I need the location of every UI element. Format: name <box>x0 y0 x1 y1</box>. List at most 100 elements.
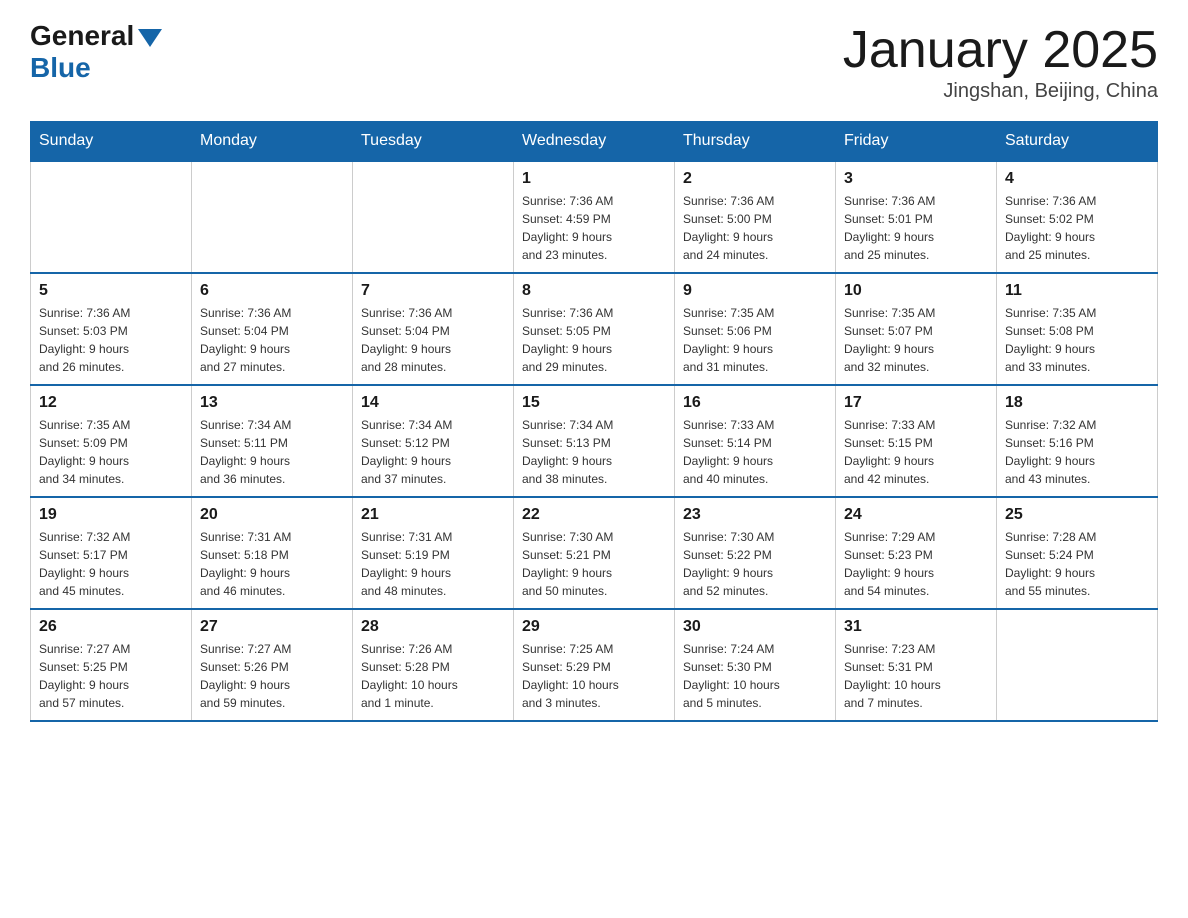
calendar-cell: 27 Sunrise: 7:27 AMSunset: 5:26 PMDayligh… <box>192 609 353 721</box>
calendar-cell: 4Sunrise: 7:36 AMSunset: 5:02 PMDaylight… <box>997 161 1158 273</box>
day-number: 8 <box>522 282 666 300</box>
calendar-cell: 15 Sunrise: 7:34 AMSunset: 5:13 PMDayligh… <box>514 385 675 497</box>
calendar-cell <box>192 161 353 273</box>
day-info: Sunrise: 7:35 AMSunset: 5:07 PMDaylight:… <box>844 304 988 376</box>
calendar-week-row: 5 Sunrise: 7:36 AMSunset: 5:03 PMDaylight… <box>31 273 1158 385</box>
day-number: 22 <box>522 506 666 524</box>
calendar-cell <box>353 161 514 273</box>
day-info: Sunrise: 7:36 AMSunset: 5:04 PMDaylight:… <box>361 304 505 376</box>
calendar-cell: 8 Sunrise: 7:36 AMSunset: 5:05 PMDaylight… <box>514 273 675 385</box>
day-number: 21 <box>361 506 505 524</box>
weekday-header-wednesday: Wednesday <box>514 122 675 162</box>
calendar-cell: 12 Sunrise: 7:35 AMSunset: 5:09 PMDayligh… <box>31 385 192 497</box>
calendar-week-row: 12 Sunrise: 7:35 AMSunset: 5:09 PMDayligh… <box>31 385 1158 497</box>
day-number: 2 <box>683 170 827 188</box>
calendar-cell: 5 Sunrise: 7:36 AMSunset: 5:03 PMDaylight… <box>31 273 192 385</box>
day-number: 31 <box>844 618 988 636</box>
day-number: 19 <box>39 506 183 524</box>
calendar-cell: 19 Sunrise: 7:32 AMSunset: 5:17 PMDayligh… <box>31 497 192 609</box>
calendar-cell: 20 Sunrise: 7:31 AMSunset: 5:18 PMDayligh… <box>192 497 353 609</box>
calendar-cell: 28Sunrise: 7:26 AMSunset: 5:28 PMDayligh… <box>353 609 514 721</box>
day-info: Sunrise: 7:36 AMSunset: 5:03 PMDaylight:… <box>39 304 183 376</box>
day-info: Sunrise: 7:25 AMSunset: 5:29 PMDaylight:… <box>522 640 666 712</box>
calendar-table: SundayMondayTuesdayWednesdayThursdayFrid… <box>30 121 1158 722</box>
location-subtitle: Jingshan, Beijing, China <box>843 80 1158 103</box>
calendar-cell: 16 Sunrise: 7:33 AMSunset: 5:14 PMDayligh… <box>675 385 836 497</box>
day-info: Sunrise: 7:35 AMSunset: 5:06 PMDaylight:… <box>683 304 827 376</box>
day-number: 6 <box>200 282 344 300</box>
day-number: 25 <box>1005 506 1149 524</box>
calendar-cell: 18Sunrise: 7:32 AMSunset: 5:16 PMDayligh… <box>997 385 1158 497</box>
calendar-cell: 2 Sunrise: 7:36 AMSunset: 5:00 PMDaylight… <box>675 161 836 273</box>
calendar-cell: 14 Sunrise: 7:34 AMSunset: 5:12 PMDayligh… <box>353 385 514 497</box>
day-info: Sunrise: 7:34 AMSunset: 5:13 PMDaylight:… <box>522 416 666 488</box>
calendar-week-row: 1Sunrise: 7:36 AMSunset: 4:59 PMDaylight… <box>31 161 1158 273</box>
day-number: 17 <box>844 394 988 412</box>
calendar-cell: 30 Sunrise: 7:24 AMSunset: 5:30 PMDayligh… <box>675 609 836 721</box>
day-number: 16 <box>683 394 827 412</box>
day-number: 28 <box>361 618 505 636</box>
logo-general-text: General <box>30 20 134 52</box>
calendar-cell: 26 Sunrise: 7:27 AMSunset: 5:25 PMDayligh… <box>31 609 192 721</box>
day-info: Sunrise: 7:28 AMSunset: 5:24 PMDaylight:… <box>1005 528 1149 600</box>
day-info: Sunrise: 7:36 AMSunset: 5:05 PMDaylight:… <box>522 304 666 376</box>
calendar-cell: 3 Sunrise: 7:36 AMSunset: 5:01 PMDaylight… <box>836 161 997 273</box>
weekday-header-tuesday: Tuesday <box>353 122 514 162</box>
day-number: 11 <box>1005 282 1149 300</box>
calendar-cell <box>997 609 1158 721</box>
day-number: 29 <box>522 618 666 636</box>
day-info: Sunrise: 7:35 AMSunset: 5:09 PMDaylight:… <box>39 416 183 488</box>
day-number: 15 <box>522 394 666 412</box>
calendar-cell: 10Sunrise: 7:35 AMSunset: 5:07 PMDayligh… <box>836 273 997 385</box>
day-number: 27 <box>200 618 344 636</box>
day-info: Sunrise: 7:32 AMSunset: 5:16 PMDaylight:… <box>1005 416 1149 488</box>
title-area: January 2025 Jingshan, Beijing, China <box>843 20 1158 103</box>
day-info: Sunrise: 7:35 AMSunset: 5:08 PMDaylight:… <box>1005 304 1149 376</box>
weekday-header-saturday: Saturday <box>997 122 1158 162</box>
calendar-week-row: 26 Sunrise: 7:27 AMSunset: 5:25 PMDayligh… <box>31 609 1158 721</box>
day-number: 3 <box>844 170 988 188</box>
day-info: Sunrise: 7:31 AMSunset: 5:18 PMDaylight:… <box>200 528 344 600</box>
day-info: Sunrise: 7:32 AMSunset: 5:17 PMDaylight:… <box>39 528 183 600</box>
day-number: 12 <box>39 394 183 412</box>
calendar-cell: 31 Sunrise: 7:23 AMSunset: 5:31 PMDayligh… <box>836 609 997 721</box>
day-number: 26 <box>39 618 183 636</box>
day-number: 14 <box>361 394 505 412</box>
day-info: Sunrise: 7:30 AMSunset: 5:21 PMDaylight:… <box>522 528 666 600</box>
day-number: 30 <box>683 618 827 636</box>
day-number: 4 <box>1005 170 1149 188</box>
calendar-cell: 22 Sunrise: 7:30 AMSunset: 5:21 PMDayligh… <box>514 497 675 609</box>
day-number: 13 <box>200 394 344 412</box>
day-info: Sunrise: 7:23 AMSunset: 5:31 PMDaylight:… <box>844 640 988 712</box>
day-info: Sunrise: 7:24 AMSunset: 5:30 PMDaylight:… <box>683 640 827 712</box>
day-info: Sunrise: 7:33 AMSunset: 5:15 PMDaylight:… <box>844 416 988 488</box>
day-info: Sunrise: 7:34 AMSunset: 5:11 PMDaylight:… <box>200 416 344 488</box>
calendar-header-row: SundayMondayTuesdayWednesdayThursdayFrid… <box>31 122 1158 162</box>
day-info: Sunrise: 7:27 AMSunset: 5:26 PMDaylight:… <box>200 640 344 712</box>
day-info: Sunrise: 7:34 AMSunset: 5:12 PMDaylight:… <box>361 416 505 488</box>
day-info: Sunrise: 7:36 AMSunset: 5:01 PMDaylight:… <box>844 192 988 264</box>
logo: General Blue <box>30 20 162 84</box>
calendar-cell: 24 Sunrise: 7:29 AMSunset: 5:23 PMDayligh… <box>836 497 997 609</box>
day-number: 5 <box>39 282 183 300</box>
calendar-cell <box>31 161 192 273</box>
month-year-title: January 2025 <box>843 20 1158 80</box>
day-info: Sunrise: 7:33 AMSunset: 5:14 PMDaylight:… <box>683 416 827 488</box>
day-number: 24 <box>844 506 988 524</box>
day-info: Sunrise: 7:30 AMSunset: 5:22 PMDaylight:… <box>683 528 827 600</box>
day-info: Sunrise: 7:29 AMSunset: 5:23 PMDaylight:… <box>844 528 988 600</box>
day-number: 20 <box>200 506 344 524</box>
calendar-cell: 21Sunrise: 7:31 AMSunset: 5:19 PMDayligh… <box>353 497 514 609</box>
day-number: 23 <box>683 506 827 524</box>
calendar-cell: 1Sunrise: 7:36 AMSunset: 4:59 PMDaylight… <box>514 161 675 273</box>
header: General Blue January 2025 Jingshan, Beij… <box>30 20 1158 103</box>
calendar-cell: 13 Sunrise: 7:34 AMSunset: 5:11 PMDayligh… <box>192 385 353 497</box>
day-info: Sunrise: 7:27 AMSunset: 5:25 PMDaylight:… <box>39 640 183 712</box>
day-number: 7 <box>361 282 505 300</box>
calendar-week-row: 19 Sunrise: 7:32 AMSunset: 5:17 PMDayligh… <box>31 497 1158 609</box>
logo-triangle-icon <box>138 29 162 47</box>
weekday-header-thursday: Thursday <box>675 122 836 162</box>
day-info: Sunrise: 7:36 AMSunset: 5:04 PMDaylight:… <box>200 304 344 376</box>
day-info: Sunrise: 7:36 AMSunset: 5:00 PMDaylight:… <box>683 192 827 264</box>
weekday-header-sunday: Sunday <box>31 122 192 162</box>
